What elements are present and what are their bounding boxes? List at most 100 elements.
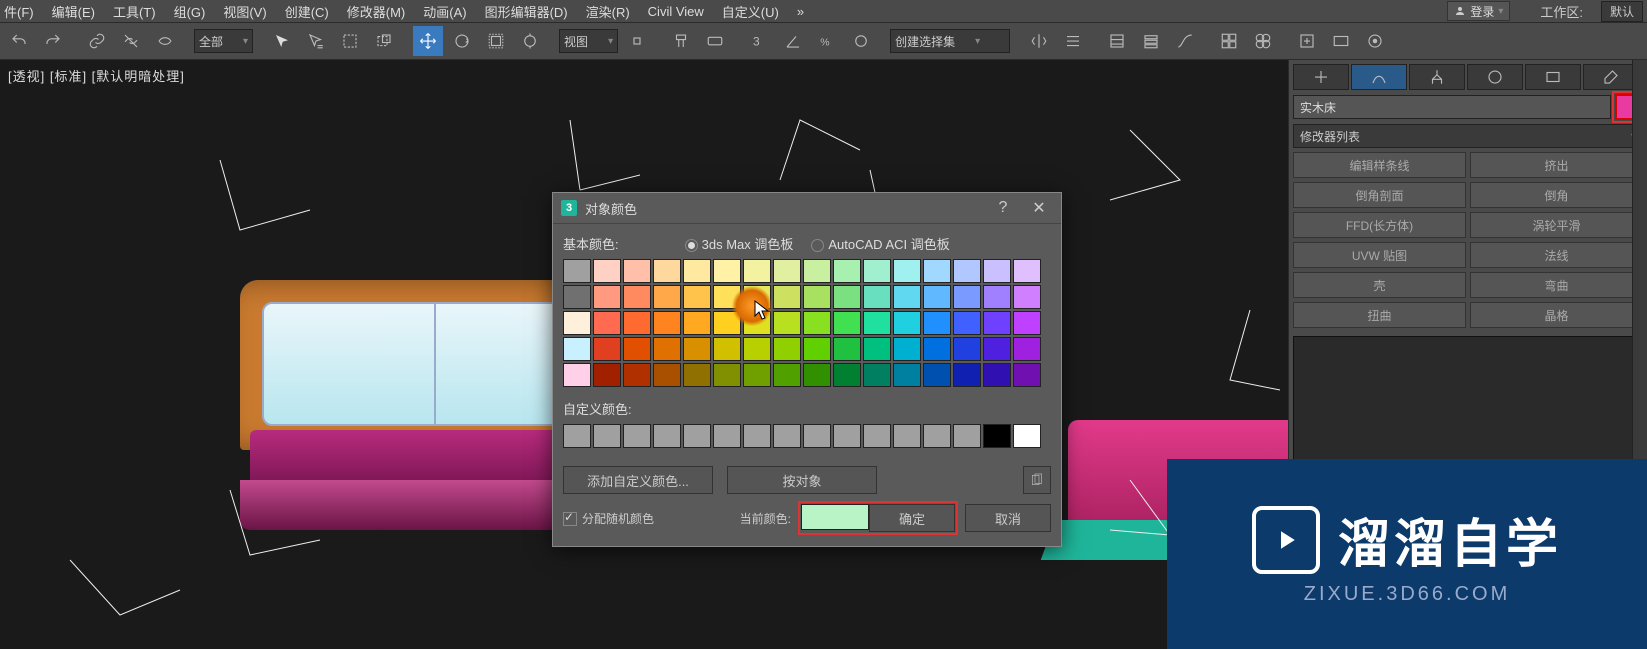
menu-civil[interactable]: Civil View — [648, 4, 704, 19]
add-custom-color-button[interactable]: 添加自定义颜色... — [563, 466, 713, 494]
color-swatch[interactable] — [743, 311, 771, 335]
undo-button[interactable] — [4, 26, 34, 56]
radio-3dsmax-palette[interactable]: 3ds Max 调色板 — [685, 234, 794, 253]
color-swatch[interactable] — [623, 363, 651, 387]
color-swatch[interactable] — [593, 259, 621, 283]
color-swatch[interactable] — [953, 363, 981, 387]
mod-normal[interactable]: 法线 — [1470, 242, 1643, 268]
color-swatch[interactable] — [953, 259, 981, 283]
custom-color-swatch[interactable] — [1013, 424, 1041, 448]
tab-utilities[interactable] — [1583, 64, 1639, 90]
tab-display[interactable] — [1525, 64, 1581, 90]
select-scale-button[interactable] — [481, 26, 511, 56]
keyboard-shortcut-override-button[interactable] — [700, 26, 730, 56]
color-swatch[interactable] — [863, 337, 891, 361]
ok-button[interactable]: 确定 — [869, 504, 955, 532]
snap-toggle-button[interactable]: 3 — [744, 26, 774, 56]
color-swatch[interactable] — [743, 337, 771, 361]
by-object-button[interactable]: 按对象 — [727, 466, 877, 494]
menu-group[interactable]: 组(G) — [174, 2, 206, 21]
menu-views[interactable]: 视图(V) — [223, 2, 266, 21]
color-swatch[interactable] — [1013, 337, 1041, 361]
color-swatch[interactable] — [863, 363, 891, 387]
select-move-button[interactable] — [413, 26, 443, 56]
select-manipulate-button[interactable] — [666, 26, 696, 56]
color-swatch[interactable] — [1013, 363, 1041, 387]
login-button[interactable]: 登录 ▾ — [1447, 1, 1510, 21]
mod-bevel-profile[interactable]: 倒角剖面 — [1293, 182, 1466, 208]
unlink-button[interactable] — [116, 26, 146, 56]
menu-customize[interactable]: 自定义(U) — [722, 2, 779, 21]
color-swatch[interactable] — [983, 337, 1011, 361]
redo-button[interactable] — [38, 26, 68, 56]
menu-graph[interactable]: 图形编辑器(D) — [485, 2, 568, 21]
tab-modify[interactable] — [1351, 64, 1407, 90]
custom-color-swatch[interactable] — [773, 424, 801, 448]
custom-color-swatch[interactable] — [563, 424, 591, 448]
select-place-button[interactable] — [515, 26, 545, 56]
custom-color-swatch[interactable] — [713, 424, 741, 448]
color-swatch[interactable] — [923, 285, 951, 309]
custom-color-swatch[interactable] — [953, 424, 981, 448]
close-button[interactable]: ✕ — [1025, 197, 1053, 219]
color-swatch[interactable] — [773, 259, 801, 283]
current-color-swatch[interactable] — [801, 504, 869, 530]
custom-color-swatch[interactable] — [923, 424, 951, 448]
color-swatch[interactable] — [893, 363, 921, 387]
toggle-ribbon-button[interactable] — [1136, 26, 1166, 56]
color-swatch[interactable] — [653, 259, 681, 283]
curve-editor-button[interactable] — [1170, 26, 1200, 56]
color-swatch[interactable] — [953, 337, 981, 361]
color-swatch[interactable] — [563, 363, 591, 387]
color-swatch[interactable] — [773, 311, 801, 335]
mod-shell[interactable]: 壳 — [1293, 272, 1466, 298]
tab-hierarchy[interactable] — [1409, 64, 1465, 90]
menu-file[interactable]: 件(F) — [4, 2, 34, 21]
color-swatch[interactable] — [803, 259, 831, 283]
cancel-button[interactable]: 取消 — [965, 504, 1051, 532]
color-swatch[interactable] — [593, 337, 621, 361]
color-swatch[interactable] — [593, 285, 621, 309]
mod-twist[interactable]: 扭曲 — [1293, 302, 1466, 328]
color-swatch[interactable] — [893, 259, 921, 283]
color-swatch[interactable] — [713, 363, 741, 387]
mirror-button[interactable] — [1024, 26, 1054, 56]
color-swatch[interactable] — [563, 259, 591, 283]
render-production-button[interactable] — [1360, 26, 1390, 56]
custom-color-swatch[interactable] — [683, 424, 711, 448]
color-clipboard-button[interactable] — [1023, 466, 1051, 494]
mod-bevel[interactable]: 倒角 — [1470, 182, 1643, 208]
color-swatch[interactable] — [593, 363, 621, 387]
color-swatch[interactable] — [893, 311, 921, 335]
bind-button[interactable] — [150, 26, 180, 56]
color-swatch[interactable] — [863, 311, 891, 335]
select-object-button[interactable] — [267, 26, 297, 56]
custom-color-swatch[interactable] — [803, 424, 831, 448]
custom-color-swatch[interactable] — [653, 424, 681, 448]
color-swatch[interactable] — [563, 285, 591, 309]
color-swatch[interactable] — [683, 311, 711, 335]
mod-uvw-map[interactable]: UVW 贴图 — [1293, 242, 1466, 268]
object-name-field[interactable]: 实木床 — [1293, 95, 1611, 119]
menu-render[interactable]: 渲染(R) — [586, 2, 630, 21]
color-swatch[interactable] — [683, 259, 711, 283]
align-button[interactable] — [1058, 26, 1088, 56]
color-swatch[interactable] — [623, 259, 651, 283]
color-swatch[interactable] — [623, 337, 651, 361]
color-swatch[interactable] — [803, 285, 831, 309]
menu-overflow-icon[interactable]: » — [797, 4, 804, 19]
select-rotate-button[interactable] — [447, 26, 477, 56]
menu-tools[interactable]: 工具(T) — [113, 2, 156, 21]
mod-ffd-box[interactable]: FFD(长方体) — [1293, 212, 1466, 238]
mod-edit-spline[interactable]: 编辑样条线 — [1293, 152, 1466, 178]
tab-create[interactable] — [1293, 64, 1349, 90]
menu-edit[interactable]: 编辑(E) — [52, 2, 95, 21]
color-swatch[interactable] — [683, 363, 711, 387]
use-pivot-center-button[interactable] — [622, 26, 652, 56]
radio-autocad-palette[interactable]: AutoCAD ACI 调色板 — [811, 234, 949, 253]
mod-turbosmooth[interactable]: 涡轮平滑 — [1470, 212, 1643, 238]
color-swatch[interactable] — [1013, 259, 1041, 283]
help-button[interactable]: ? — [989, 197, 1017, 219]
color-swatch[interactable] — [803, 363, 831, 387]
color-swatch[interactable] — [923, 311, 951, 335]
